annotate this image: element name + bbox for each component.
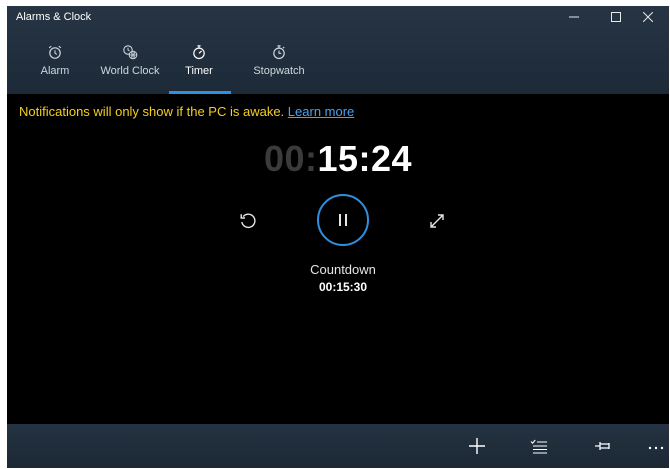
more-icon bbox=[648, 446, 664, 450]
app-header: Alarms & Clock Alarm World Clock Timer S… bbox=[7, 6, 669, 94]
command-bar bbox=[7, 424, 669, 468]
select-timers-button[interactable] bbox=[528, 435, 550, 457]
minimize-icon bbox=[569, 16, 579, 18]
app-window: Alarms & Clock Alarm World Clock Timer S… bbox=[7, 6, 669, 468]
notification-banner: Notifications will only show if the PC i… bbox=[19, 104, 354, 119]
pin-to-start-button[interactable] bbox=[592, 435, 614, 457]
expand-button[interactable] bbox=[427, 211, 447, 231]
maximize-icon bbox=[611, 12, 621, 22]
maximize-button[interactable] bbox=[599, 6, 633, 28]
alarm-icon bbox=[48, 45, 62, 59]
reset-button[interactable] bbox=[238, 211, 258, 231]
expand-icon bbox=[430, 214, 444, 228]
learn-more-link[interactable]: Learn more bbox=[288, 104, 354, 119]
timer-minutes-seconds: 15:24 bbox=[317, 138, 413, 179]
close-button[interactable] bbox=[631, 6, 665, 28]
notification-text: Notifications will only show if the PC i… bbox=[19, 104, 285, 119]
timer-name: Countdown bbox=[310, 262, 376, 277]
reset-icon bbox=[240, 213, 256, 229]
pause-button[interactable] bbox=[317, 194, 369, 246]
tab-alarm[interactable]: Alarm bbox=[37, 44, 73, 94]
timer-hours: 00: bbox=[263, 138, 318, 179]
app-title: Alarms & Clock bbox=[16, 11, 92, 23]
minimize-button[interactable] bbox=[557, 6, 591, 28]
add-timer-button[interactable] bbox=[466, 435, 488, 457]
selected-tab-indicator bbox=[169, 91, 231, 94]
tab-label-alarm: Alarm bbox=[40, 65, 70, 77]
world-clock-icon bbox=[123, 45, 138, 60]
tab-world-clock[interactable]: World Clock bbox=[97, 44, 163, 94]
tab-timer[interactable]: Timer bbox=[171, 44, 227, 94]
tab-label-timer: Timer bbox=[185, 65, 213, 77]
tab-stopwatch[interactable]: Stopwatch bbox=[250, 44, 308, 94]
timer-duration: 00:15:30 bbox=[318, 280, 368, 294]
select-icon bbox=[530, 439, 547, 454]
title-bar[interactable]: Alarms & Clock bbox=[7, 6, 669, 30]
add-icon bbox=[469, 438, 485, 454]
stopwatch-icon bbox=[273, 45, 285, 60]
tab-label-stopwatch: Stopwatch bbox=[253, 65, 305, 77]
more-options-button[interactable] bbox=[645, 435, 667, 457]
timer-display: 00:15:24 bbox=[7, 138, 669, 180]
timer-icon bbox=[193, 45, 205, 60]
pause-icon-bar bbox=[345, 214, 347, 226]
pin-icon bbox=[595, 442, 610, 450]
close-icon bbox=[643, 12, 653, 22]
pause-icon bbox=[339, 214, 341, 226]
tab-label-world-clock: World Clock bbox=[100, 65, 160, 77]
